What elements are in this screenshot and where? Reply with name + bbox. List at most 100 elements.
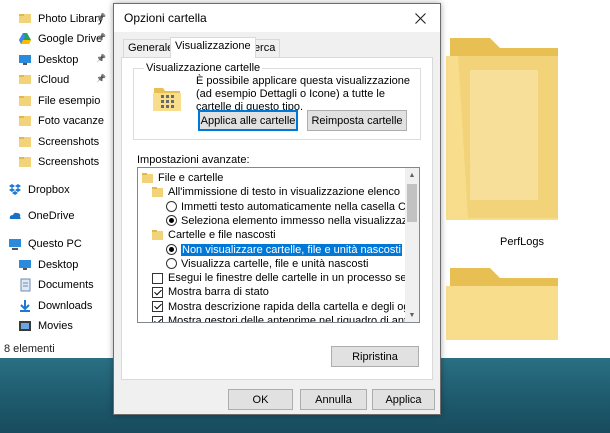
nav-item-icloud[interactable]: iCloud 📌: [0, 70, 106, 90]
folder-icon: [152, 230, 163, 241]
folder-label-perflogs[interactable]: PerfLogs: [500, 236, 544, 248]
scroll-up-arrow-icon[interactable]: ▲: [405, 168, 419, 182]
documents-icon: [20, 278, 31, 292]
advanced-settings-tree[interactable]: File e cartelle All'immissione di testo i…: [137, 167, 420, 323]
downloads-icon: [20, 300, 30, 312]
pin-icon[interactable]: 📌: [96, 54, 106, 66]
nav-item-label: Desktop: [38, 54, 79, 66]
tab-visualizzazione[interactable]: Visualizzazione: [170, 37, 256, 58]
tree-item-label: Esegui le finestre delle cartelle in un …: [168, 272, 420, 285]
nav-item-desktop[interactable]: Desktop 📌: [0, 50, 106, 70]
radio-button-icon[interactable]: [166, 215, 177, 227]
ok-button[interactable]: OK: [228, 389, 293, 410]
nav-item-movies[interactable]: Movies: [0, 316, 73, 336]
folder-icon: [152, 187, 163, 198]
nav-item-label: Downloads: [38, 300, 93, 312]
folder-icon: [19, 137, 31, 147]
status-item-count: 8 elementi: [4, 343, 55, 355]
tree-radio-item[interactable]: Immetti testo automaticamente nella case…: [166, 200, 420, 214]
tree-radio-item[interactable]: Visualizza cartelle, file e unità nascos…: [166, 257, 369, 271]
close-button[interactable]: [400, 4, 440, 32]
apply-button[interactable]: Applica: [372, 389, 435, 410]
nav-item-screenshots[interactable]: Screenshots: [0, 152, 99, 172]
tree-check-item[interactable]: Mostra barra di stato: [152, 285, 269, 299]
nav-item-label: Documents: [38, 279, 94, 291]
tree-radio-item[interactable]: Non visualizzare cartelle, file e unità …: [166, 243, 402, 257]
perflogs-folder-icon[interactable]: [446, 38, 558, 220]
dialog-titlebar[interactable]: Opzioni cartella: [114, 4, 440, 32]
this-pc-icon: [9, 239, 21, 250]
folder-icon[interactable]: [446, 268, 558, 340]
tree-item-label: File e cartelle: [158, 172, 224, 184]
scroll-thumb[interactable]: [407, 184, 417, 222]
folder-icon: [19, 116, 31, 126]
nav-item-file-esempio[interactable]: File esempio: [0, 91, 100, 111]
tree-check-item[interactable]: Mostra descrizione rapida della cartella…: [152, 300, 419, 314]
radio-button-icon[interactable]: [166, 258, 177, 270]
folder-icon: [19, 157, 31, 167]
tree-item-label: Cartelle e file nascosti: [168, 229, 276, 242]
checkbox-icon[interactable]: [152, 286, 163, 298]
dropbox-icon: [9, 184, 21, 195]
radio-button-icon[interactable]: [166, 201, 177, 213]
nav-item-label: Questo PC: [28, 238, 82, 250]
photo-library-icon: [19, 14, 31, 23]
nav-item-label: Screenshots: [38, 136, 100, 148]
restore-defaults-button[interactable]: Ripristina: [331, 346, 419, 367]
nav-item-photo-library[interactable]: Photo Library 📌: [0, 9, 106, 29]
nav-item-onedrive[interactable]: OneDrive: [0, 206, 74, 226]
tree-folder-item[interactable]: Cartelle e file nascosti: [152, 228, 276, 242]
nav-item-desktop[interactable]: Desktop: [0, 255, 78, 275]
nav-item-label: Screenshots: [38, 156, 100, 168]
apply-to-folders-button[interactable]: Applica alle cartelle: [198, 110, 298, 131]
scroll-down-arrow-icon[interactable]: ▼: [405, 308, 419, 322]
tree-item-label: Visualizza cartelle, file e unità nascos…: [181, 257, 369, 270]
folder-icon: [142, 173, 153, 183]
movies-icon: [19, 321, 31, 331]
nav-item-label: Google Drive: [38, 33, 103, 45]
tree-item-label: Non visualizzare cartelle, file e unità …: [181, 243, 402, 256]
folder-views-description: È possibile applicare questa visualizzaz…: [196, 75, 411, 113]
nav-item-label: File esempio: [38, 95, 101, 107]
nav-item-label: Desktop: [38, 259, 79, 271]
pin-icon[interactable]: 📌: [96, 74, 106, 86]
nav-item-google-drive[interactable]: Google Drive 📌: [0, 29, 106, 49]
icloud-icon: [19, 75, 31, 84]
nav-item-label: iCloud: [38, 74, 70, 86]
checkbox-icon[interactable]: [152, 272, 163, 284]
nav-item-label: Photo Library: [38, 13, 104, 25]
tree-item-label: Mostra barra di stato: [168, 286, 269, 299]
checkbox-icon[interactable]: [152, 315, 163, 322]
nav-item-label: Dropbox: [28, 184, 70, 196]
pin-icon[interactable]: 📌: [96, 33, 106, 45]
dialog-title: Opzioni cartella: [124, 11, 207, 25]
radio-button-icon[interactable]: [166, 244, 177, 255]
tree-folder-item[interactable]: All'immissione di testo in visualizzazio…: [152, 185, 400, 199]
nav-item-foto-vacanze[interactable]: Foto vacanze: [0, 111, 104, 131]
tree-item-label: All'immissione di testo in visualizzazio…: [168, 186, 400, 199]
reset-folders-button[interactable]: Reimposta cartelle: [307, 110, 407, 131]
desktop-icon: [19, 260, 31, 270]
close-icon: [414, 12, 426, 24]
nav-item-downloads[interactable]: Downloads: [0, 296, 92, 316]
nav-item-questo-pc[interactable]: Questo PC: [0, 234, 82, 254]
tree-check-item[interactable]: Esegui le finestre delle cartelle in un …: [152, 271, 420, 285]
tree-check-item[interactable]: Mostra gestori delle anteprime nel riqua…: [152, 314, 419, 322]
folder-view-icon: [153, 88, 181, 111]
nav-item-screenshots[interactable]: Screenshots: [0, 132, 99, 152]
cancel-button[interactable]: Annulla: [300, 389, 367, 410]
checkbox-icon[interactable]: [152, 301, 163, 313]
tree-item-label: Mostra descrizione rapida della cartella…: [168, 300, 419, 313]
tree-scrollbar[interactable]: ▲ ▼: [405, 168, 419, 322]
folder-icon: [19, 96, 31, 106]
pin-icon[interactable]: 📌: [96, 13, 106, 25]
tree-item-label: Immetti testo automaticamente nella case…: [181, 200, 420, 213]
nav-item-documents[interactable]: Documents: [0, 275, 94, 295]
tree-radio-item[interactable]: Seleziona elemento immesso nella visuali…: [166, 214, 419, 228]
tree-folder-item[interactable]: File e cartelle: [142, 171, 223, 185]
nav-item-dropbox[interactable]: Dropbox: [0, 180, 70, 200]
navigation-pane: Photo Library 📌 Google Drive 📌 Desktop 📌 iClou…: [0, 0, 118, 340]
nav-item-label: Movies: [38, 320, 73, 332]
desktop-icon: [19, 55, 31, 65]
google-drive-icon: [19, 33, 31, 44]
